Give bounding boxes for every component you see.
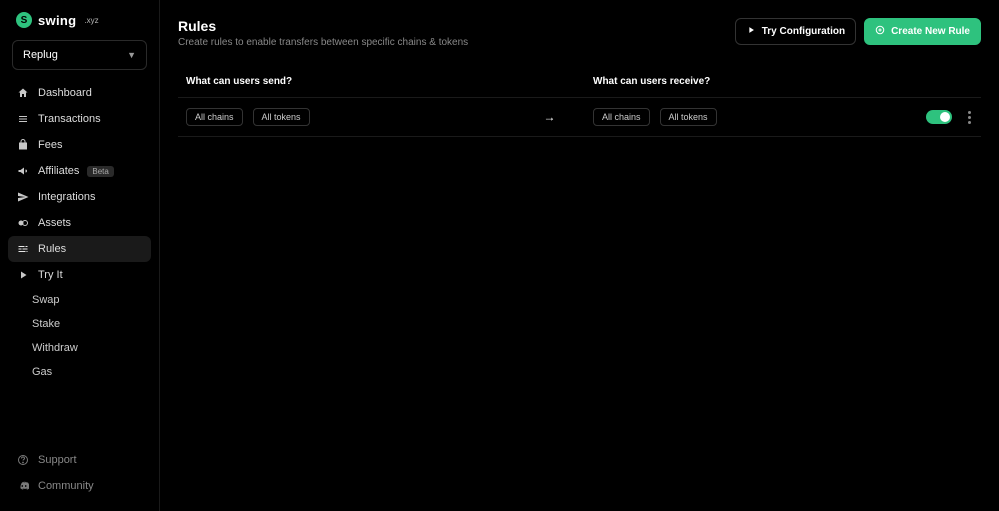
table-header: What can users send? What can users rece…: [178, 76, 981, 98]
sidebar-item-transactions[interactable]: Transactions: [0, 106, 159, 132]
help-icon: [16, 453, 30, 467]
sidebar-item-assets[interactable]: Assets: [0, 210, 159, 236]
bottom-nav: Support Community: [0, 447, 159, 499]
receive-chains-chip[interactable]: All chains: [593, 108, 650, 126]
receive-tokens-chip[interactable]: All tokens: [660, 108, 717, 126]
workspace-selector[interactable]: Replug ▼: [12, 40, 147, 70]
nav-label: Affiliates: [38, 165, 79, 177]
receive-column-header: What can users receive?: [593, 76, 973, 87]
page-title: Rules: [178, 18, 468, 34]
nav-label: Assets: [38, 217, 71, 229]
nav-label: Support: [38, 454, 77, 466]
chevron-down-icon: ▼: [127, 50, 136, 60]
send-icon: [16, 190, 30, 204]
brand-mark-icon: S: [16, 12, 32, 28]
brand-logo: S swing .xyz: [0, 12, 159, 40]
sidebar-item-stake[interactable]: Stake: [0, 312, 159, 336]
list-icon: [16, 112, 30, 126]
main: Rules Create rules to enable transfers b…: [160, 0, 999, 511]
sidebar-item-withdraw[interactable]: Withdraw: [0, 336, 159, 360]
send-chains-chip[interactable]: All chains: [186, 108, 243, 126]
try-configuration-button[interactable]: Try Configuration: [735, 18, 856, 45]
nav-label: Community: [38, 480, 94, 492]
nav: Dashboard Transactions Fees Affiliates B…: [0, 80, 159, 499]
workspace-selected: Replug: [23, 49, 58, 61]
nav-label: Dashboard: [38, 87, 92, 99]
page-header: Rules Create rules to enable transfers b…: [178, 18, 981, 48]
brand-name: swing: [38, 13, 76, 28]
plus-circle-icon: [875, 25, 885, 38]
receive-chip-group: All chains All tokens: [593, 108, 913, 126]
nav-label: Fees: [38, 139, 62, 151]
coins-icon: [16, 216, 30, 230]
button-label: Create New Rule: [891, 26, 970, 37]
home-icon: [16, 86, 30, 100]
send-column-header: What can users send?: [186, 76, 593, 87]
row-menu-button[interactable]: [966, 109, 973, 126]
sidebar-item-support[interactable]: Support: [0, 447, 159, 473]
button-label: Try Configuration: [762, 26, 845, 37]
nav-label: Integrations: [38, 191, 95, 203]
play-icon: [746, 25, 756, 38]
sidebar-item-gas[interactable]: Gas: [0, 360, 159, 384]
beta-badge: Beta: [87, 166, 113, 177]
bag-icon: [16, 138, 30, 152]
page-subtitle: Create rules to enable transfers between…: [178, 37, 468, 48]
brand-suffix: .xyz: [84, 16, 98, 25]
sidebar-item-fees[interactable]: Fees: [0, 132, 159, 158]
nav-label: Stake: [32, 318, 60, 330]
nav-label: Withdraw: [32, 342, 78, 354]
sidebar-item-affiliates[interactable]: Affiliates Beta: [0, 158, 159, 184]
nav-label: Rules: [38, 243, 66, 255]
create-new-rule-button[interactable]: Create New Rule: [864, 18, 981, 45]
nav-label: Gas: [32, 366, 52, 378]
sidebar-item-community[interactable]: Community: [0, 473, 159, 499]
sidebar-item-swap[interactable]: Swap: [0, 288, 159, 312]
send-chip-group: All chains All tokens: [186, 108, 506, 126]
sliders-icon: [16, 242, 30, 256]
play-icon: [16, 268, 30, 282]
arrow-icon: →: [506, 110, 593, 124]
megaphone-icon: [16, 164, 30, 178]
rule-enabled-toggle[interactable]: [926, 110, 952, 124]
send-tokens-chip[interactable]: All tokens: [253, 108, 310, 126]
nav-label: Swap: [32, 294, 60, 306]
nav-label: Transactions: [38, 113, 101, 125]
sidebar-item-dashboard[interactable]: Dashboard: [0, 80, 159, 106]
sidebar-item-tryit[interactable]: Try It: [0, 262, 159, 288]
discord-icon: [16, 479, 30, 493]
sidebar-item-integrations[interactable]: Integrations: [0, 184, 159, 210]
sidebar-item-rules[interactable]: Rules: [8, 236, 151, 262]
rule-row: All chains All tokens → All chains All t…: [178, 98, 981, 137]
nav-label: Try It: [38, 269, 63, 281]
sidebar: S swing .xyz Replug ▼ Dashboard Transact…: [0, 0, 160, 511]
